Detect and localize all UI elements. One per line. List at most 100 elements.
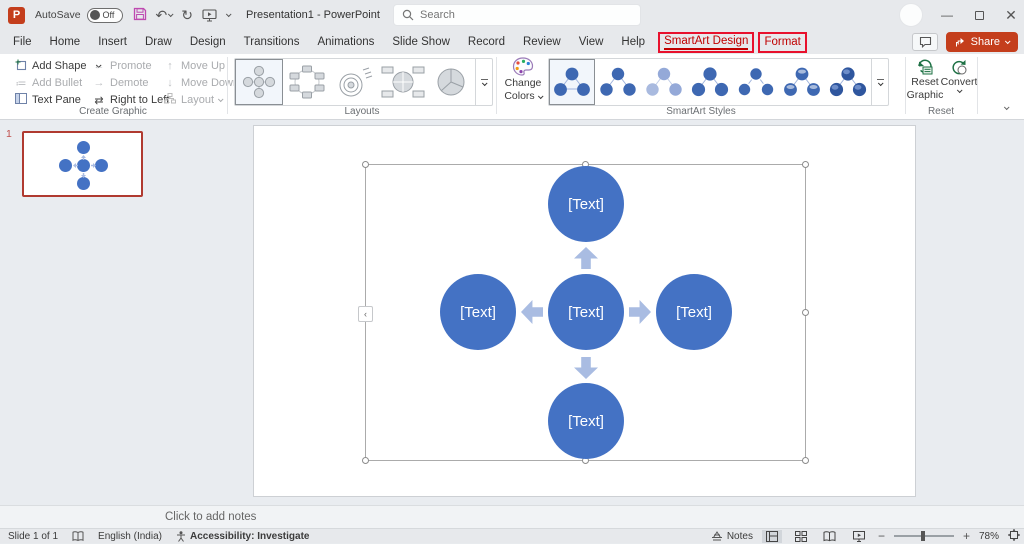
layout-thumbnail-titled-matrix[interactable] <box>379 59 427 105</box>
slide-sorter-view-button[interactable] <box>791 530 811 543</box>
layout-thumbnail-block-cycle[interactable] <box>283 59 331 105</box>
account-avatar[interactable] <box>899 3 923 27</box>
change-colors-button[interactable]: Change Colors <box>500 57 546 103</box>
smartart-styles-more-button[interactable] <box>871 59 888 105</box>
language-indicator[interactable]: English (India) <box>98 531 162 542</box>
style-thumbnail-glossy[interactable] <box>779 59 825 105</box>
share-button[interactable]: Share <box>946 32 1018 52</box>
tab-animations[interactable]: Animations <box>308 32 383 52</box>
autosave-state: Off <box>103 10 115 20</box>
promote-button[interactable]: ← Promote <box>92 58 152 74</box>
reset-graphic-button[interactable]: Reset Graphic <box>907 57 943 102</box>
ribbon: Add Shape ≔ Add Bullet Text Pane ← Promo… <box>0 54 1024 120</box>
resize-handle-bottom-right[interactable] <box>802 457 809 464</box>
normal-view-button[interactable] <box>762 530 782 543</box>
zoom-in-button[interactable]: + <box>963 529 970 543</box>
layouts-more-icon <box>482 80 488 86</box>
layout-thumbnail-cycle-plus[interactable] <box>235 59 283 105</box>
zoom-out-button[interactable]: − <box>878 529 885 543</box>
customize-qat-chevron-icon[interactable] <box>226 13 230 17</box>
tab-home[interactable]: Home <box>41 32 90 52</box>
convert-button[interactable]: Convert <box>943 57 975 93</box>
resize-handle-top-right[interactable] <box>802 161 809 168</box>
redo-button[interactable]: ↻ <box>181 7 193 24</box>
save-icon[interactable] <box>133 7 147 24</box>
undo-dropdown-icon[interactable] <box>168 11 174 17</box>
spell-check-icon[interactable] <box>72 531 84 542</box>
style-thumbnail-3d[interactable] <box>825 59 871 105</box>
tab-format[interactable]: Format <box>764 36 800 48</box>
zoom-level[interactable]: 78% <box>979 531 999 542</box>
maximize-button[interactable] <box>964 0 994 30</box>
style-thumbnail-subtle[interactable] <box>641 59 687 105</box>
slide-indicator[interactable]: Slide 1 of 1 <box>8 531 58 542</box>
style-thumbnail-simple-fill[interactable] <box>549 59 595 105</box>
smartart-node-center[interactable]: [Text] <box>548 274 624 350</box>
promote-label: Promote <box>110 60 152 72</box>
maximize-icon <box>975 11 984 20</box>
group-reset: Reset Graphic Convert Reset <box>906 54 976 119</box>
tab-insert[interactable]: Insert <box>89 32 136 52</box>
notes-toggle-button[interactable]: Notes <box>711 531 753 542</box>
text-pane-toggle-button[interactable]: ‹ <box>358 306 373 322</box>
tab-draw[interactable]: Draw <box>136 32 181 52</box>
undo-button[interactable]: ↶ <box>156 7 173 24</box>
right-to-left-label: Right to Left <box>110 94 169 106</box>
layout-thumbnail-radial[interactable] <box>331 59 379 105</box>
accessibility-status[interactable]: Accessibility: Investigate <box>190 531 310 542</box>
thumb-node-top <box>77 141 90 154</box>
move-down-icon: ↓ <box>163 77 177 89</box>
demote-button[interactable]: → Demote <box>92 75 149 91</box>
add-bullet-icon: ≔ <box>14 77 28 90</box>
tab-slide-show[interactable]: Slide Show <box>383 32 459 52</box>
tab-review[interactable]: Review <box>514 32 570 52</box>
tab-help[interactable]: Help <box>612 32 654 52</box>
style-thumbnail-intense[interactable] <box>687 59 733 105</box>
reset-graphic-label-2: Graphic <box>907 89 944 102</box>
slide-canvas[interactable]: ‹ [Text] [Text] [Text] [Text] [Text] <box>253 125 916 497</box>
autosave-toggle[interactable]: Off <box>87 8 123 23</box>
tab-view[interactable]: View <box>570 32 613 52</box>
tab-transitions[interactable]: Transitions <box>235 32 309 52</box>
add-bullet-button[interactable]: ≔ Add Bullet <box>14 75 82 91</box>
smartart-node-bottom[interactable]: [Text] <box>548 383 624 459</box>
zoom-slider[interactable] <box>894 535 954 537</box>
collapse-ribbon-icon[interactable] <box>1004 104 1010 110</box>
slide-thumbnail-panel: 1 <box>0 120 150 505</box>
slide-thumbnail-1[interactable] <box>22 131 143 197</box>
reset-graphic-icon <box>915 57 935 76</box>
thumb-node-right <box>95 159 108 172</box>
search-input[interactable] <box>420 9 610 21</box>
layout-label: Layout <box>181 94 214 106</box>
tab-record[interactable]: Record <box>459 32 514 52</box>
powerpoint-app-icon[interactable]: P <box>8 7 25 24</box>
reset-graphic-label-1: Reset <box>911 76 938 89</box>
style-thumbnail-polished[interactable] <box>733 59 779 105</box>
tab-file[interactable]: File <box>4 32 41 52</box>
comments-button[interactable] <box>912 33 938 51</box>
toggle-knob-icon <box>90 10 100 20</box>
smartart-node-top[interactable]: [Text] <box>548 166 624 242</box>
notes-pane[interactable]: Click to add notes <box>0 505 1024 528</box>
resize-handle-middle-right[interactable] <box>802 309 809 316</box>
tab-smartart-design[interactable]: SmartArt Design <box>664 35 748 50</box>
tab-design[interactable]: Design <box>181 32 235 52</box>
start-slideshow-icon[interactable] <box>202 9 217 22</box>
reading-view-button[interactable] <box>820 530 840 543</box>
add-shape-button[interactable]: Add Shape <box>14 58 100 74</box>
slideshow-view-button[interactable] <box>849 530 869 543</box>
zoom-slider-thumb[interactable] <box>921 531 925 541</box>
smartart-node-right[interactable]: [Text] <box>656 274 732 350</box>
move-up-button[interactable]: ↑ Move Up <box>163 58 225 74</box>
search-box[interactable] <box>393 4 641 26</box>
minimize-button[interactable]: — <box>932 0 962 30</box>
close-button[interactable]: ✕ <box>996 0 1024 30</box>
fit-to-window-button[interactable] <box>1008 529 1020 544</box>
layout-thumbnail-pie[interactable] <box>427 59 475 105</box>
autosave-label: AutoSave <box>35 9 81 21</box>
style-thumbnail-moderate[interactable] <box>595 59 641 105</box>
resize-handle-top-left[interactable] <box>362 161 369 168</box>
layouts-more-button[interactable] <box>475 59 492 105</box>
resize-handle-bottom-left[interactable] <box>362 457 369 464</box>
smartart-node-left[interactable]: [Text] <box>440 274 516 350</box>
